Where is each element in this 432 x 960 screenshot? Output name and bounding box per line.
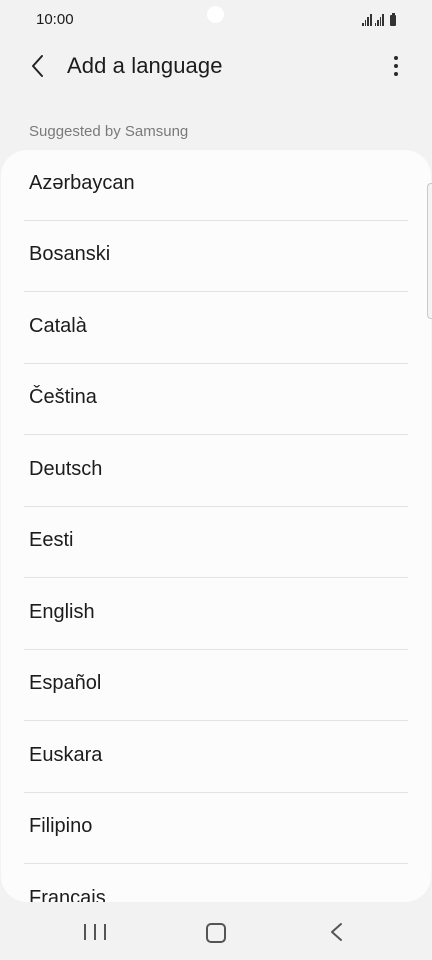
chevron-left-icon [32, 55, 43, 77]
language-item-azerbaycan[interactable]: Azərbaycan [24, 150, 408, 221]
language-label: Français [29, 887, 106, 902]
language-item-english[interactable]: English [24, 579, 408, 650]
language-item-deutsch[interactable]: Deutsch [24, 436, 408, 507]
status-icons [362, 12, 396, 26]
language-item-espanol[interactable]: Español [24, 650, 408, 721]
language-label: Eesti [29, 529, 74, 551]
recents-button[interactable] [84, 924, 106, 940]
recents-icon [104, 924, 106, 940]
status-time: 10:00 [36, 11, 74, 28]
language-label: English [29, 601, 95, 623]
back-button[interactable] [22, 50, 54, 82]
language-label: Español [29, 672, 102, 694]
language-list[interactable]: Azərbaycan Bosanski Català Čeština Deuts… [1, 150, 431, 902]
scroll-handle[interactable] [427, 183, 432, 319]
language-label: Euskara [29, 744, 103, 766]
language-item-filipino[interactable]: Filipino [24, 793, 408, 864]
language-label: Čeština [29, 386, 97, 408]
section-header: Suggested by Samsung [29, 123, 189, 140]
signal-icon-secondary [374, 14, 384, 26]
nav-back-button[interactable] [326, 921, 346, 943]
more-vert-icon-dot [394, 72, 398, 76]
camera-cutout [207, 6, 224, 23]
back-icon [331, 923, 342, 941]
more-vert-icon-dot [394, 64, 398, 68]
language-item-francais[interactable]: Français [24, 865, 408, 902]
more-vert-icon-dot [394, 56, 398, 60]
language-label: Deutsch [29, 458, 103, 480]
signal-icon [362, 14, 372, 26]
language-label: Azərbaycan [29, 172, 135, 194]
navigation-bar [0, 902, 432, 960]
language-label: Filipino [29, 815, 93, 837]
battery-icon [390, 13, 396, 26]
language-item-eesti[interactable]: Eesti [24, 507, 408, 578]
page-title: Add a language [67, 53, 223, 78]
home-button[interactable] [206, 923, 226, 943]
recents-icon [94, 924, 96, 940]
language-label: Bosanski [29, 243, 111, 265]
app-bar: Add a language [0, 40, 432, 96]
status-bar: 10:00 [0, 0, 432, 40]
language-label: Català [29, 315, 87, 337]
language-item-cestina[interactable]: Čeština [24, 364, 408, 435]
language-item-bosanski[interactable]: Bosanski [24, 221, 408, 292]
language-item-euskara[interactable]: Euskara [24, 722, 408, 793]
language-item-catala[interactable]: Català [24, 293, 408, 364]
more-options-button[interactable] [384, 50, 408, 82]
recents-icon [84, 924, 86, 940]
screen: 10:00 Add a language Suggested by Samsun… [0, 0, 432, 960]
